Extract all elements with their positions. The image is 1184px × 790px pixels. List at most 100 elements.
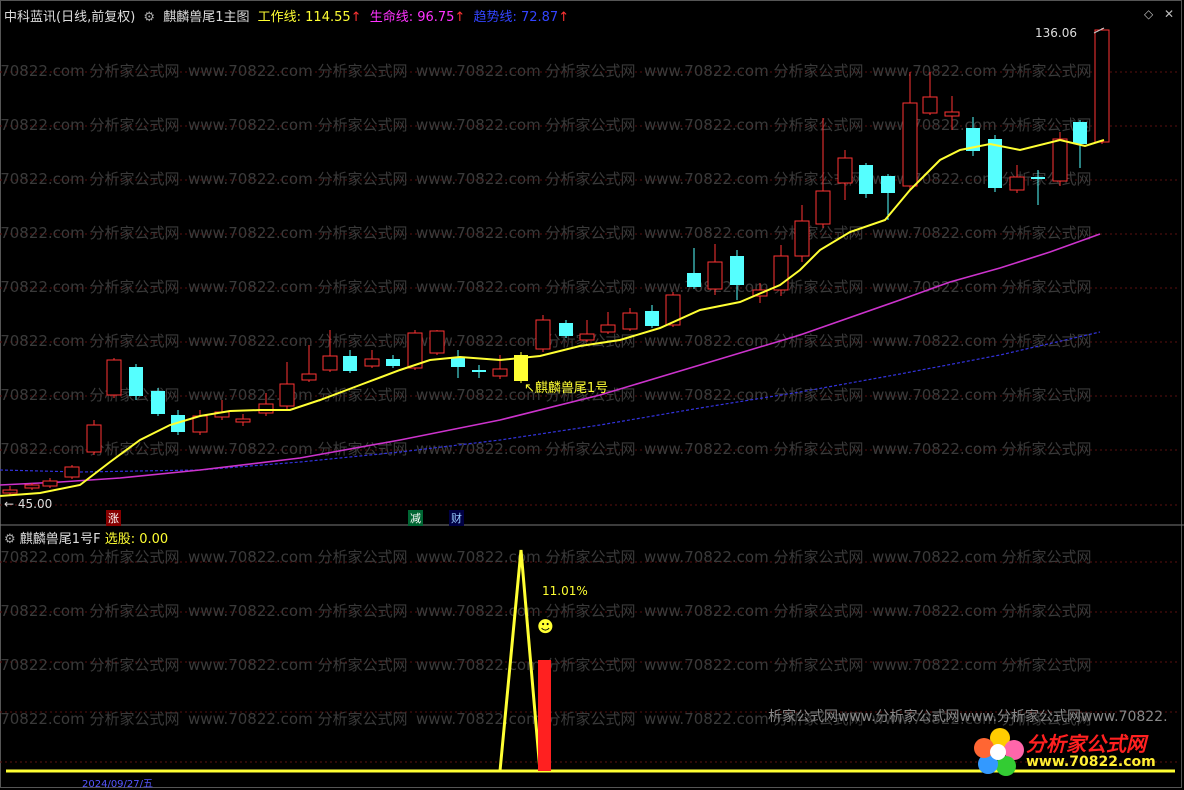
- watermark-text: www.70822.com 分析家公式网: [416, 170, 636, 188]
- watermark-text: www.70822.com 分析家公式网: [872, 278, 1092, 296]
- watermark-text: www.70822.com 分析家公式网: [872, 656, 1092, 674]
- annotation-text: 麒麟兽尾1号: [534, 381, 609, 396]
- candle-body: [707, 261, 723, 290]
- jian-signal[interactable]: 减: [408, 510, 423, 526]
- candle-body: [42, 480, 58, 487]
- candle-body: [687, 273, 701, 287]
- candle-body: [1052, 138, 1068, 182]
- watermark-bottom: 析家公式网www.分析家公式网www.分析家公式网www.70822.: [768, 709, 1168, 725]
- watermark-text: www.70822.com 分析家公式网: [644, 62, 864, 80]
- watermark-text: www.70822.com 分析家公式网: [872, 602, 1092, 620]
- candle-body: [1009, 176, 1025, 191]
- candle-body: [1031, 177, 1045, 179]
- signal-bar: [538, 660, 551, 771]
- watermark-text: www.70822.com 分析家公式网: [0, 710, 180, 728]
- candle-body: [881, 176, 895, 193]
- watermark-text: www.70822.com 分析家公式网: [872, 440, 1092, 458]
- logo-name: 分析家公式网: [1026, 732, 1146, 756]
- candle-body: [922, 96, 938, 114]
- smiley-icon: ☻: [537, 617, 554, 636]
- high-price-label: 136.06: [1035, 26, 1077, 40]
- watermark-text: www.70822.com 分析家公式网: [0, 602, 180, 620]
- candle-body: [258, 403, 274, 414]
- candle-body: [492, 368, 508, 377]
- candle-body: [279, 383, 295, 407]
- zhang-signal[interactable]: 涨: [106, 510, 121, 526]
- watermark-text: www.70822.com 分析家公式网: [0, 170, 180, 188]
- watermark-text: www.70822.com 分析家公式网: [872, 224, 1092, 242]
- watermark-text: www.70822.com 分析家公式网: [0, 278, 180, 296]
- candle-body: [600, 324, 616, 333]
- watermark-text: www.70822.com 分析家公式网: [0, 62, 180, 80]
- candle-body: [64, 466, 80, 478]
- watermark-text: www.70822.com 分析家公式网: [0, 656, 180, 674]
- watermark-text: www.70822.com 分析家公式网: [416, 548, 636, 566]
- watermark-text: www.70822.com 分析家公式网: [188, 440, 408, 458]
- watermark-text: www.70822.com 分析家公式网: [644, 602, 864, 620]
- watermark-text: www.70822.com 分析家公式网: [644, 224, 864, 242]
- watermark-text: www.70822.com 分析家公式网: [644, 548, 864, 566]
- watermark-text: www.70822.com 分析家公式网: [416, 440, 636, 458]
- watermark-text: www.70822.com 分析家公式网: [188, 548, 408, 566]
- watermark-text: www.70822.com 分析家公式网: [188, 386, 408, 404]
- candle-body: [235, 418, 251, 423]
- candle-body: [859, 165, 873, 194]
- watermark-text: www.70822.com 分析家公式网: [0, 224, 180, 242]
- watermark-text: www.70822.com 分析家公式网: [416, 656, 636, 674]
- gear-icon[interactable]: ⚙: [4, 532, 16, 547]
- watermark-text: www.70822.com 分析家公式网: [872, 62, 1092, 80]
- candle-body: [1094, 29, 1110, 143]
- qilin-annotation: ↖麒麟兽尾1号: [524, 381, 609, 396]
- select-value: 选股: 0.00: [104, 532, 169, 547]
- watermark-text: www.70822.com 分析家公式网: [0, 548, 180, 566]
- candle-body: [429, 330, 445, 354]
- candle-body: [622, 312, 638, 330]
- flower-icon: [974, 728, 1024, 776]
- candle-body: [86, 424, 102, 453]
- watermark-text: www.70822.com 分析家公式网: [188, 116, 408, 134]
- candle-body: [559, 323, 573, 336]
- candle-body: [343, 356, 357, 371]
- candle-body: [2, 489, 18, 494]
- watermark-text: www.70822.com 分析家公式网: [188, 602, 408, 620]
- watermark-text: www.70822.com 分析家公式网: [644, 116, 864, 134]
- candle-body: [902, 102, 918, 187]
- candle-body: [386, 359, 400, 366]
- watermark-text: www.70822.com 分析家公式网: [416, 710, 636, 728]
- watermark-text: www.70822.com 分析家公式网: [416, 116, 636, 134]
- candle-body: [815, 190, 831, 225]
- candle-body: [106, 359, 122, 396]
- watermark-text: www.70822.com 分析家公式网: [644, 656, 864, 674]
- candle-body: [322, 355, 338, 371]
- cai-signal[interactable]: 财: [449, 510, 464, 526]
- logo-url: www.70822.com: [1026, 754, 1156, 770]
- candle-body: [944, 111, 960, 117]
- watermark-text: www.70822.com 分析家公式网: [188, 332, 408, 350]
- watermark-text: www.70822.com 分析家公式网: [644, 386, 864, 404]
- date-stub: 2024/09/27/五: [82, 779, 154, 790]
- candle-body: [364, 358, 380, 367]
- candle-body: [129, 367, 143, 396]
- watermark-text: www.70822.com 分析家公式网: [644, 170, 864, 188]
- watermark-text: www.70822.com 分析家公式网: [872, 548, 1092, 566]
- low-price-value: 45.00: [17, 497, 53, 511]
- candle-body: [837, 157, 853, 184]
- watermark-text: www.70822.com 分析家公式网: [416, 62, 636, 80]
- watermark-text: www.70822.com 分析家公式网: [872, 332, 1092, 350]
- candle-body: [301, 373, 317, 381]
- sub-header: ⚙ 麒麟兽尾1号F 选股: 0.00: [4, 528, 168, 547]
- watermark-text: www.70822.com 分析家公式网: [416, 278, 636, 296]
- candle-body: [730, 256, 744, 285]
- watermark-text: www.70822.com 分析家公式网: [872, 386, 1092, 404]
- low-price-label: ← 45.00: [4, 497, 53, 511]
- site-logo: 分析家公式网 www.70822.com: [970, 724, 1170, 780]
- candle-body: [24, 484, 40, 489]
- watermark-text: www.70822.com 分析家公式网: [188, 170, 408, 188]
- watermark-text: www.70822.com 分析家公式网: [416, 224, 636, 242]
- sub-indicator-name[interactable]: 麒麟兽尾1号F: [20, 532, 101, 547]
- watermark-text: www.70822.com 分析家公式网: [0, 332, 180, 350]
- watermark-text: www.70822.com 分析家公式网: [188, 710, 408, 728]
- watermark-text: www.70822.com 分析家公式网: [0, 116, 180, 134]
- candle-body: [535, 319, 551, 350]
- watermark-text: www.70822.com 分析家公式网: [188, 278, 408, 296]
